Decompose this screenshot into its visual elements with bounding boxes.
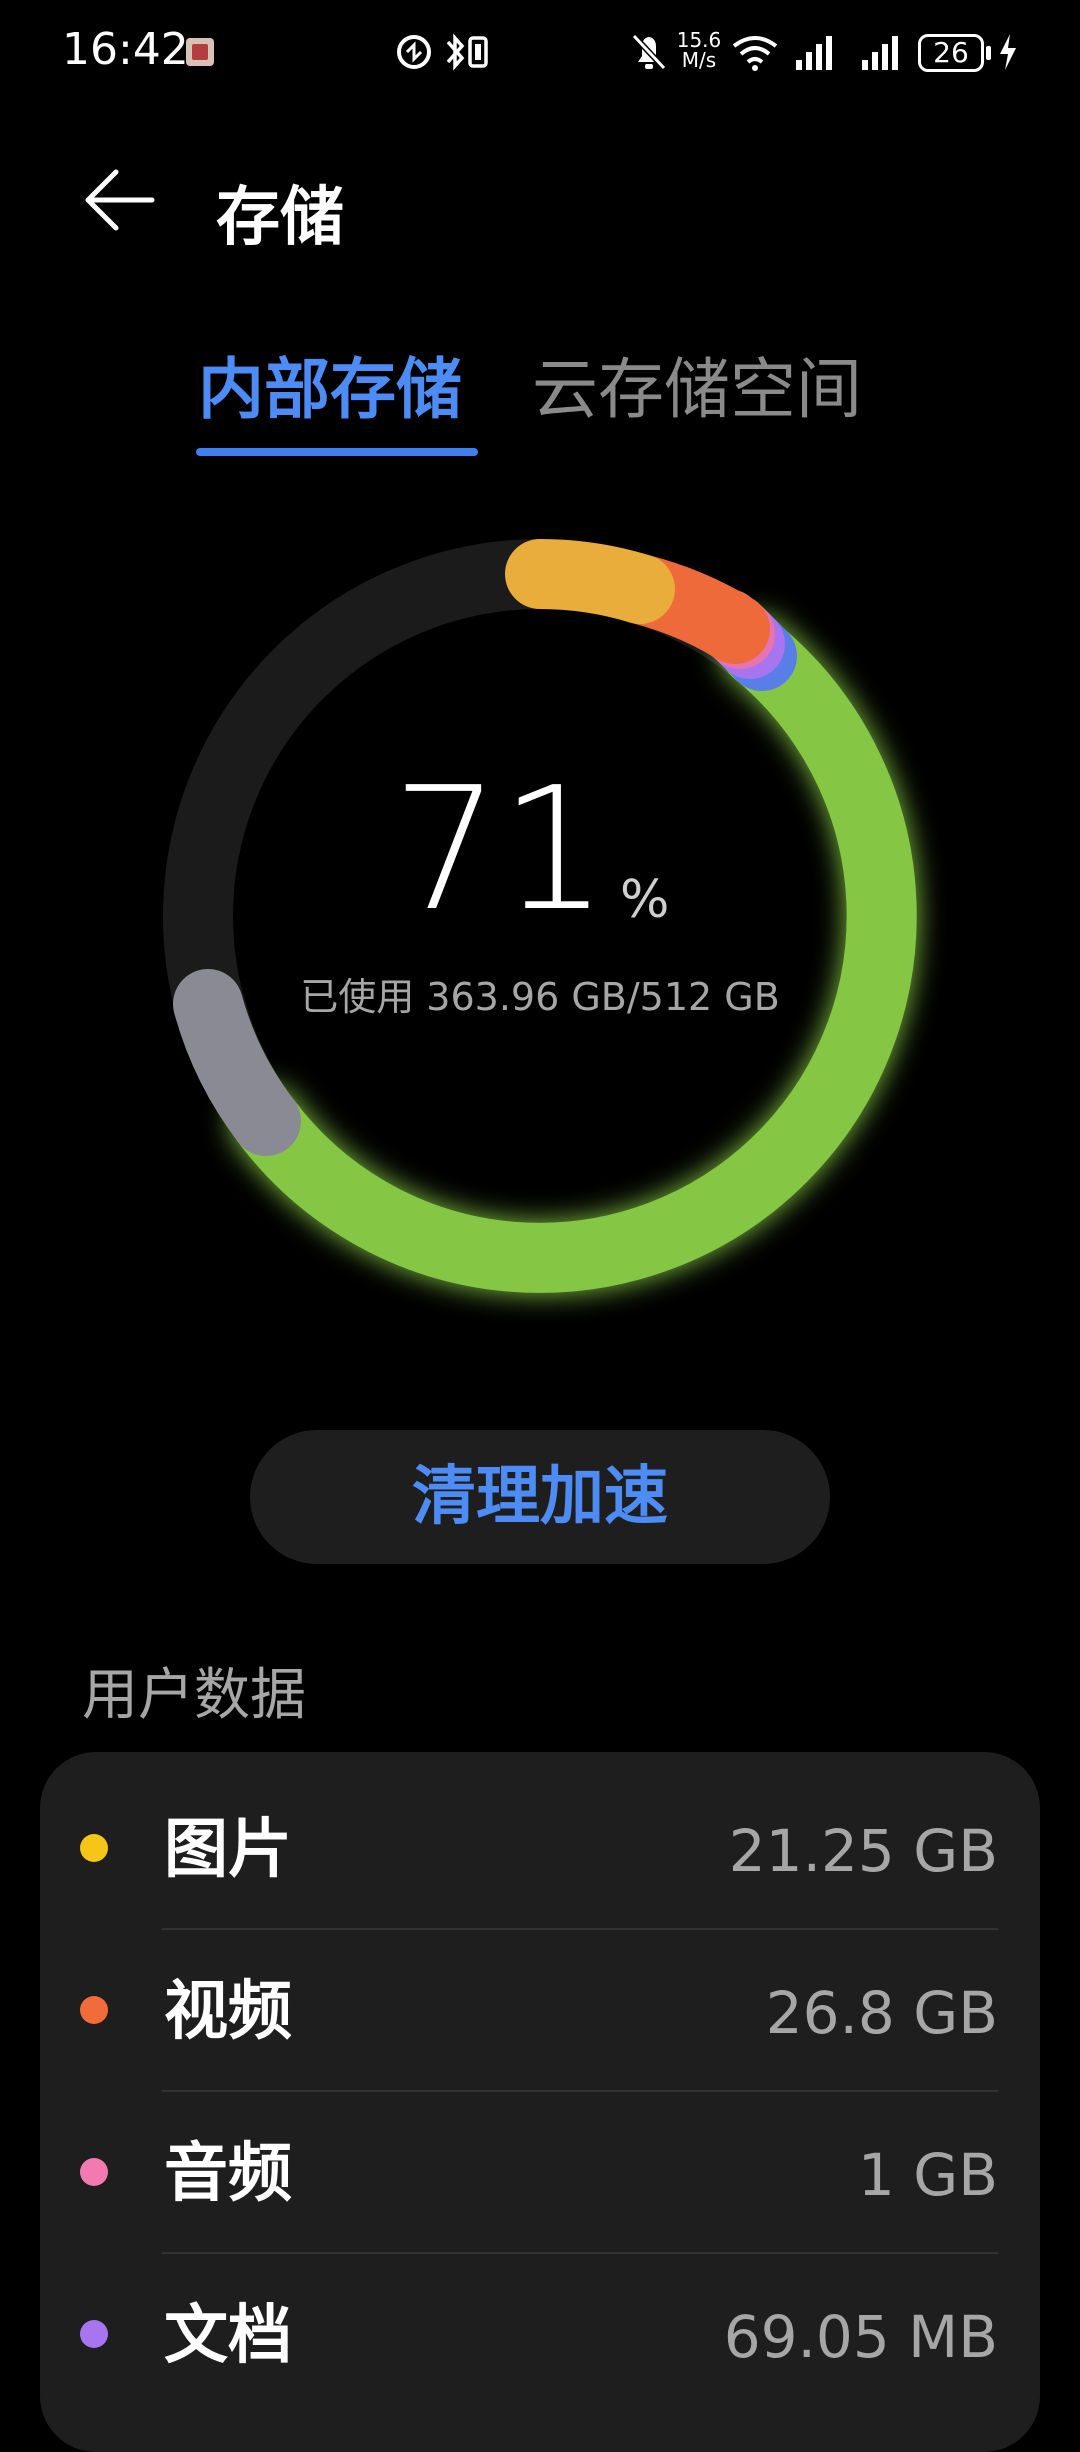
row-value-audio: 1 GB (857, 2141, 998, 2209)
row-label-audio: 音频 (164, 2137, 292, 2211)
data-row-videos[interactable]: 视频 26.8 GB (40, 1930, 1040, 2092)
row-label-videos: 视频 (164, 1975, 292, 2049)
ring-segment-apps (231, 616, 917, 1293)
storage-percent-value: 71 (391, 751, 609, 949)
data-row-audio[interactable]: 音频 1 GB (40, 2092, 1040, 2254)
storage-usage-ring (163, 539, 917, 1293)
clean-speedup-button[interactable]: 清理加速 (250, 1430, 830, 1564)
user-data-section-title: 用户数据 (82, 1663, 306, 1728)
row-value-documents: 69.05 MB (723, 2303, 998, 2371)
row-value-videos: 26.8 GB (765, 1979, 998, 2047)
documents-color-dot (80, 2320, 108, 2348)
row-value-images: 21.25 GB (728, 1817, 998, 1885)
data-row-documents[interactable]: 文档 69.05 MB (40, 2254, 1040, 2416)
storage-percent-sign: % (620, 870, 670, 930)
storage-used-label: 已使用 363.96 GB/512 GB (300, 975, 780, 1019)
audio-color-dot (80, 2158, 108, 2186)
user-data-card: 图片 21.25 GB 视频 26.8 GB 音频 1 GB 文档 69.05 … (40, 1752, 1040, 2452)
data-row-images[interactable]: 图片 21.25 GB (40, 1768, 1040, 1930)
row-label-images: 图片 (164, 1813, 292, 1887)
ring-segment-images (505, 539, 675, 624)
row-label-documents: 文档 (164, 2299, 292, 2373)
images-color-dot (80, 1834, 108, 1862)
videos-color-dot (80, 1996, 108, 2024)
ring-segment-system (173, 969, 301, 1156)
